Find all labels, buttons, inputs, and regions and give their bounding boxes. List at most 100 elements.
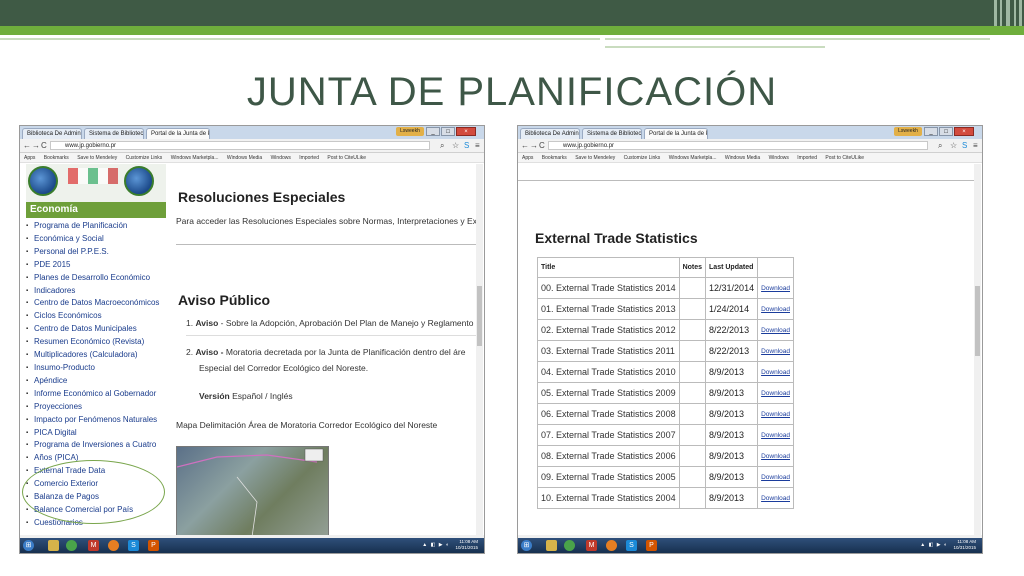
zoom-icon[interactable]: ⌕ bbox=[440, 141, 444, 150]
close-button[interactable]: × bbox=[954, 127, 974, 136]
sidebar-item[interactable]: Planes de Desarrollo Económico bbox=[26, 272, 166, 285]
download-link[interactable]: Download bbox=[757, 403, 794, 425]
folder-icon[interactable] bbox=[546, 540, 557, 551]
user-badge[interactable]: Lsweekh bbox=[396, 127, 424, 136]
back-icon[interactable]: ← bbox=[23, 141, 31, 150]
sidebar-item[interactable]: Centro de Datos Macroeconómicos bbox=[26, 297, 166, 310]
reload-icon[interactable]: C bbox=[41, 141, 47, 150]
skype-icon[interactable]: S bbox=[128, 540, 139, 551]
bookmark-item[interactable]: Imported bbox=[299, 155, 319, 161]
minimize-button[interactable]: _ bbox=[426, 127, 440, 136]
close-button[interactable]: × bbox=[456, 127, 476, 136]
app-icon[interactable]: M bbox=[88, 540, 99, 551]
bookmark-item[interactable]: Customize Links bbox=[624, 155, 661, 161]
sidebar-item[interactable]: Multiplicadores (Calculadora) bbox=[26, 349, 166, 362]
download-link[interactable]: Download bbox=[757, 487, 794, 509]
sidebar-item[interactable]: PICA Digital bbox=[26, 427, 166, 440]
version-links[interactable]: Español / Inglés bbox=[230, 391, 293, 401]
download-link[interactable]: Download bbox=[757, 298, 794, 320]
taskbar-clock[interactable]: 11:08 AM 10/31/2015 bbox=[455, 539, 478, 551]
url-input[interactable]: www.jp.gobierno.pr bbox=[50, 141, 430, 150]
bookmark-item[interactable]: Windows bbox=[271, 155, 291, 161]
bookmark-item[interactable]: Bookmarks bbox=[44, 155, 69, 161]
maximize-button[interactable]: □ bbox=[939, 127, 953, 136]
bookmark-item[interactable]: Apps bbox=[24, 155, 35, 161]
reload-icon[interactable]: C bbox=[539, 141, 545, 150]
powerpoint-icon[interactable]: P bbox=[646, 540, 657, 551]
download-link[interactable]: Download bbox=[757, 319, 794, 341]
bookmark-item[interactable]: Windows Media bbox=[725, 155, 760, 161]
chrome-icon[interactable] bbox=[66, 540, 77, 551]
app-icon[interactable]: M bbox=[586, 540, 597, 551]
vertical-scrollbar[interactable] bbox=[476, 164, 483, 544]
star-icon[interactable]: ☆ bbox=[452, 141, 459, 150]
sidebar-item[interactable]: Económica y Social bbox=[26, 233, 166, 246]
back-icon[interactable]: ← bbox=[521, 141, 529, 150]
tab-biblioteca[interactable]: Biblioteca De Administrac bbox=[520, 128, 580, 139]
tab-portal-junta[interactable]: Portal de la Junta de Plan bbox=[146, 128, 210, 139]
sidebar-item[interactable]: Insumo-Producto bbox=[26, 362, 166, 375]
tab-portal-junta[interactable]: Portal de la Junta de Plan bbox=[644, 128, 708, 139]
tab-biblioteca[interactable]: Biblioteca De Administrac bbox=[22, 128, 82, 139]
bookmark-item[interactable]: Windows bbox=[769, 155, 789, 161]
sidebar-item[interactable]: Personal del P.P.E.S. bbox=[26, 246, 166, 259]
sidebar-item[interactable]: Proyecciones bbox=[26, 401, 166, 414]
bookmark-item[interactable]: Save to Mendeley bbox=[77, 155, 117, 161]
bookmark-item[interactable]: Save to Mendeley bbox=[575, 155, 615, 161]
firefox-icon[interactable] bbox=[108, 540, 119, 551]
skype-icon[interactable]: S bbox=[962, 141, 967, 150]
bookmark-item[interactable]: Windows Media bbox=[227, 155, 262, 161]
tab-sistema-bibliotecas[interactable]: Sistema de Bibliotecas bbox=[582, 128, 642, 139]
bookmark-item[interactable]: Post to CiteULike bbox=[825, 155, 864, 161]
sidebar-item[interactable]: Ciclos Económicos bbox=[26, 310, 166, 323]
tab-sistema-bibliotecas[interactable]: Sistema de Bibliotecas bbox=[84, 128, 144, 139]
start-button-icon[interactable]: ⊞ bbox=[521, 540, 532, 551]
aviso-item-2[interactable]: 2. Aviso - Moratoria decretada por la Ju… bbox=[186, 347, 465, 357]
system-tray[interactable]: ▲ ◧ ▶ ◐ bbox=[920, 542, 948, 548]
sidebar-item[interactable]: Informe Económico al Gobernador bbox=[26, 388, 166, 401]
bookmark-item[interactable]: Customize Links bbox=[126, 155, 163, 161]
scrollbar-thumb[interactable] bbox=[975, 286, 980, 356]
download-link[interactable]: Download bbox=[757, 361, 794, 383]
menu-icon[interactable]: ≡ bbox=[973, 141, 978, 150]
bookmark-item[interactable]: Windows Marketpla... bbox=[171, 155, 219, 161]
system-tray[interactable]: ▲ ◧ ▶ ◐ bbox=[422, 542, 450, 548]
aviso-link[interactable]: Aviso bbox=[195, 318, 218, 328]
sidebar-item[interactable]: Impacto por Fenómenos Naturales bbox=[26, 414, 166, 427]
download-link[interactable]: Download bbox=[757, 445, 794, 467]
sidebar-item[interactable]: Programa de Planificación bbox=[26, 220, 166, 233]
powerpoint-icon[interactable]: P bbox=[148, 540, 159, 551]
taskbar-clock[interactable]: 11:08 AM 10/31/2015 bbox=[953, 539, 976, 551]
download-link[interactable]: Download bbox=[757, 466, 794, 488]
sidebar-item[interactable]: Resumen Económico (Revista) bbox=[26, 336, 166, 349]
menu-icon[interactable]: ≡ bbox=[475, 141, 480, 150]
download-link[interactable]: Download bbox=[757, 277, 794, 299]
bookmark-item[interactable]: Imported bbox=[797, 155, 817, 161]
folder-icon[interactable] bbox=[48, 540, 59, 551]
bookmark-item[interactable]: Windows Marketpla... bbox=[669, 155, 717, 161]
forward-icon[interactable]: → bbox=[530, 141, 538, 150]
chrome-icon[interactable] bbox=[564, 540, 575, 551]
sidebar-item[interactable]: PDE 2015 bbox=[26, 259, 166, 272]
skype-icon[interactable]: S bbox=[626, 540, 637, 551]
minimize-button[interactable]: _ bbox=[924, 127, 938, 136]
forward-icon[interactable]: → bbox=[32, 141, 40, 150]
sidebar-item[interactable]: Indicadores bbox=[26, 285, 166, 298]
skype-icon[interactable]: S bbox=[464, 141, 469, 150]
firefox-icon[interactable] bbox=[606, 540, 617, 551]
sidebar-item[interactable]: Centro de Datos Municipales bbox=[26, 323, 166, 336]
scrollbar-thumb[interactable] bbox=[477, 286, 482, 346]
maximize-button[interactable]: □ bbox=[441, 127, 455, 136]
url-input[interactable]: www.jp.gobierno.pr bbox=[548, 141, 928, 150]
aviso-item-1[interactable]: 1. Aviso - Sobre la Adopción, Aprobación… bbox=[186, 318, 473, 328]
bookmark-item[interactable]: Apps bbox=[522, 155, 533, 161]
sidebar-item[interactable]: Programa de Inversiones a Cuatro bbox=[26, 439, 166, 452]
user-badge[interactable]: Lsweekh bbox=[894, 127, 922, 136]
zoom-icon[interactable]: ⌕ bbox=[938, 141, 942, 150]
bookmark-item[interactable]: Post to CiteULike bbox=[327, 155, 366, 161]
download-link[interactable]: Download bbox=[757, 382, 794, 404]
star-icon[interactable]: ☆ bbox=[950, 141, 957, 150]
download-link[interactable]: Download bbox=[757, 340, 794, 362]
aviso-link[interactable]: Aviso - bbox=[195, 347, 223, 357]
download-link[interactable]: Download bbox=[757, 424, 794, 446]
